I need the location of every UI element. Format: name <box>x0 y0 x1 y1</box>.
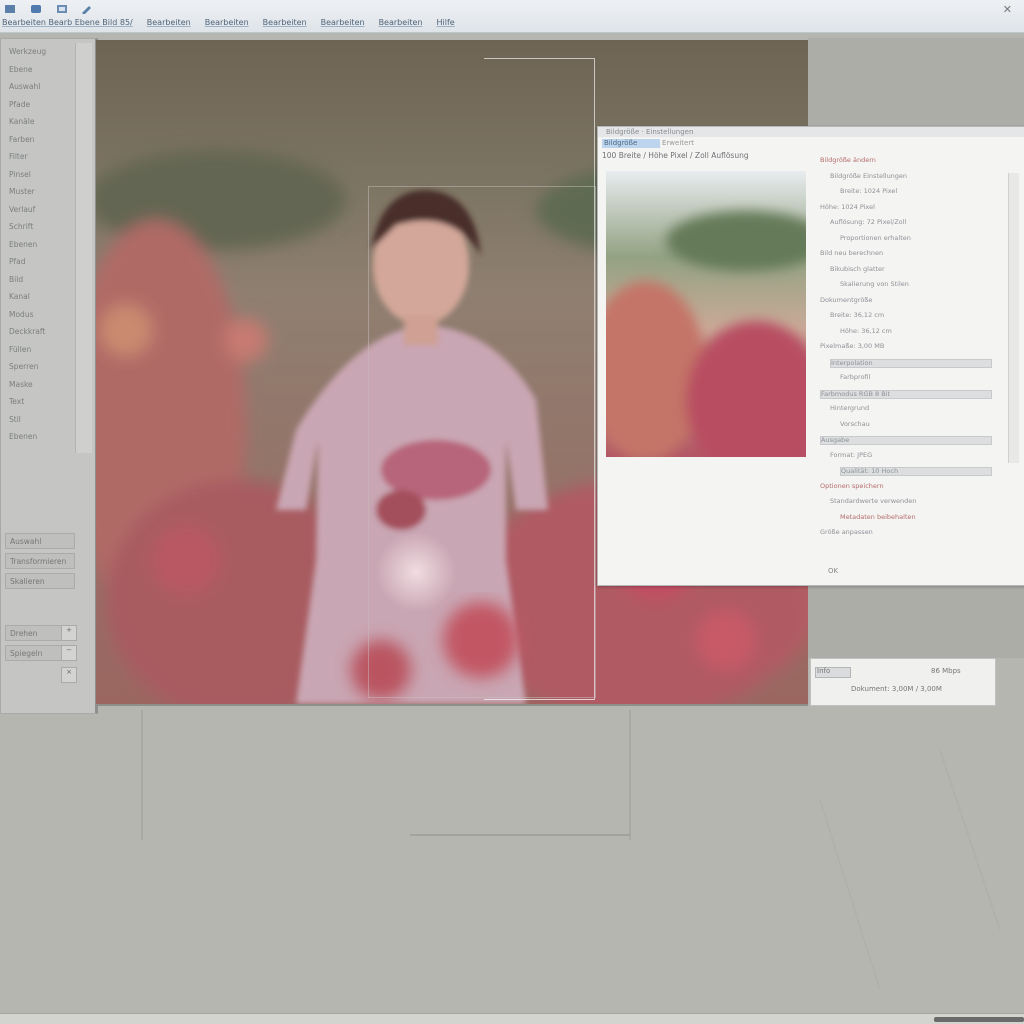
guide-lines <box>141 710 1001 991</box>
panel-list-item[interactable]: Bild <box>9 275 65 287</box>
panel-list-item[interactable]: Pfad <box>9 257 65 269</box>
dialog-preview-image <box>606 171 806 457</box>
panel-button[interactable]: Auswahl <box>5 533 75 549</box>
lower-workspace <box>0 710 1024 1010</box>
panel-list-item[interactable]: Pfade <box>9 100 65 112</box>
ok-button[interactable]: OK <box>828 567 838 575</box>
panel-list-item[interactable]: Füllen <box>9 345 65 357</box>
add-button[interactable]: + <box>61 625 77 641</box>
panel-list-item[interactable]: Kanäle <box>9 117 65 129</box>
setting-line: Pixelmaße: 3,00 MB <box>820 343 885 350</box>
setting-line: Format: JPEG <box>830 451 873 459</box>
setting-line: Bildgröße Einstellungen <box>830 172 908 180</box>
setting-line: Bikubisch glatter <box>830 265 885 273</box>
panel-list-item[interactable]: Muster <box>9 187 65 199</box>
panel-list-item[interactable]: Text <box>9 397 65 409</box>
tools-panel: Werkzeug Ebene Auswahl Pfade Kanäle Farben Fil… <box>0 38 98 714</box>
rate-label: 86 Mbps <box>931 667 961 675</box>
setting-line: Bild neu berechnen <box>820 250 884 257</box>
setting-line: Höhe: 1024 Pixel <box>820 203 875 211</box>
status-progress <box>934 1017 1024 1022</box>
delete-button[interactable]: × <box>61 667 77 683</box>
setting-line: Höhe: 36,12 cm <box>840 327 892 335</box>
panel-list-item[interactable]: Deckkraft <box>9 327 65 339</box>
top-toolbar: Bearbeiten Bearb Ebene Bild 85/ Bearbeit… <box>0 0 1024 33</box>
tab-advanced[interactable]: Erweitert <box>662 139 694 148</box>
setting-line: Auflösung: 72 Pixel/Zoll <box>830 219 907 226</box>
document-icon[interactable] <box>30 4 42 14</box>
setting-line: Skalierung von Stilen <box>840 281 909 288</box>
image-size-dialog: Bildgröße · Einstellungen Bildgröße Erwe… <box>597 126 1024 586</box>
panel-list-item[interactable]: Farben <box>9 135 65 147</box>
panel-list-item[interactable]: Pinsel <box>9 170 65 182</box>
info-panel: Info 86 Mbps Dokument: 3,00M / 3,00M <box>810 658 996 706</box>
tool-icon[interactable] <box>80 4 92 14</box>
menu-item[interactable]: Bearbeiten <box>147 18 191 30</box>
document-size-label: Dokument: 3,00M / 3,00M <box>851 685 942 693</box>
panel-list-item[interactable]: Schrift <box>9 222 65 234</box>
setting-line: Bildgröße ändern <box>820 157 876 164</box>
remove-button[interactable]: − <box>61 645 77 661</box>
panel-list-item[interactable]: Auswahl <box>9 82 65 94</box>
panel-list-item[interactable]: Stil <box>9 415 65 427</box>
menu-item[interactable]: Bearbeiten <box>379 18 423 30</box>
menu-item[interactable]: Hilfe <box>437 18 455 30</box>
panel-list-item[interactable]: Sperren <box>9 362 65 374</box>
settings-list: Bildgröße ändern Bildgröße Einstellungen B… <box>810 151 1020 561</box>
panel-button[interactable]: Skalieren <box>5 573 75 589</box>
menu-bar: Bearbeiten Bearb Ebene Bild 85/ Bearbeit… <box>0 18 455 30</box>
panel-list-item[interactable]: Kanal <box>9 292 65 304</box>
menu-item[interactable]: Bearbeiten Bearb Ebene Bild 85/ <box>2 18 133 30</box>
setting-line: Optionen speichern <box>820 482 884 490</box>
menu-item[interactable]: Bearbeiten <box>205 18 249 30</box>
panel-list-item[interactable]: Ebenen <box>9 240 65 252</box>
file-icon[interactable] <box>4 4 16 14</box>
panel-list-item[interactable]: Modus <box>9 310 65 322</box>
dialog-title: Bildgröße · Einstellungen <box>598 127 1024 137</box>
setting-line: Hintergrund <box>830 405 870 412</box>
panel-scrollbar[interactable] <box>75 43 92 453</box>
setting-line: Dokumentgröße <box>820 296 873 304</box>
panel-list-item[interactable]: Filter <box>9 152 65 164</box>
panel-list-item[interactable]: Ebenen <box>9 432 65 444</box>
setting-line: Metadaten beibehalten <box>840 513 916 521</box>
panel-list-item[interactable]: Ebene <box>9 65 65 77</box>
setting-line: Breite: 1024 Pixel <box>840 188 898 195</box>
setting-line[interactable]: Farbmodus RGB 8 Bit <box>820 389 992 399</box>
setting-line: Standardwerte verwenden <box>830 498 917 505</box>
setting-line[interactable]: Qualität: 10 Hoch <box>840 467 992 476</box>
setting-line: Vorschau <box>840 420 870 428</box>
setting-line: Breite: 36,12 cm <box>830 312 885 319</box>
image-icon[interactable] <box>56 4 68 14</box>
setting-line[interactable]: Ausgabe <box>820 436 992 445</box>
tab-image-size[interactable]: Bildgröße <box>602 139 660 148</box>
info-label: Info <box>817 667 831 675</box>
menu-item[interactable]: Bearbeiten <box>321 18 365 30</box>
setting-line: Größe anpassen <box>820 529 873 536</box>
menu-item[interactable]: Bearbeiten <box>263 18 307 30</box>
status-bar <box>0 1013 1024 1024</box>
setting-line[interactable]: Interpolation <box>830 358 992 368</box>
panel-button[interactable]: Transformieren <box>5 553 75 569</box>
setting-line: Farbprofil <box>840 374 871 381</box>
panel-list-item[interactable]: Werkzeug <box>9 47 65 59</box>
panel-list-item[interactable]: Maske <box>9 380 65 392</box>
setting-line: Proportionen erhalten <box>840 234 911 242</box>
panel-list-item[interactable]: Verlauf <box>9 205 65 217</box>
close-icon[interactable]: ✕ <box>1003 3 1012 16</box>
